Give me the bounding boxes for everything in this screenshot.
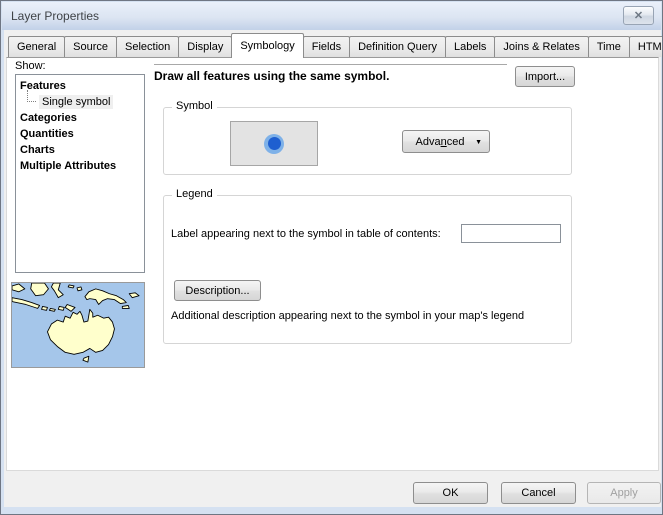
tab-general[interactable]: General	[8, 36, 65, 57]
legend-groupbox: Legend Label appearing next to the symbo…	[163, 195, 572, 344]
layer-properties-dialog: Layer Properties ✕ General Source Select…	[0, 0, 663, 515]
tree-item-single-symbol[interactable]: Single symbol	[16, 94, 144, 110]
oceania-map	[12, 283, 144, 367]
point-symbol-icon	[264, 134, 284, 154]
symbol-groupbox: Symbol Advanced ▼	[163, 107, 572, 175]
tree-item-label: Quantities	[20, 128, 74, 140]
tree-item-quantities[interactable]: Quantities	[16, 126, 144, 142]
tree-item-label: Categories	[20, 112, 77, 124]
show-tree: Features Single symbol Categories Quanti…	[15, 74, 145, 273]
titlebar: Layer Properties	[2, 2, 661, 30]
legend-group-caption: Legend	[172, 188, 217, 200]
symbol-preview-button[interactable]	[230, 121, 318, 166]
close-icon: ✕	[634, 9, 643, 22]
tab-definition-query[interactable]: Definition Query	[349, 36, 446, 57]
tree-item-label: Multiple Attributes	[20, 160, 116, 172]
tab-fields[interactable]: Fields	[303, 36, 350, 57]
legend-additional-text: Additional description appearing next to…	[171, 310, 524, 322]
page-heading: Draw all features using the same symbol.	[154, 69, 389, 83]
tab-joins-relates[interactable]: Joins & Relates	[494, 36, 588, 57]
window-title: Layer Properties	[11, 9, 99, 23]
tree-item-label: Single symbol	[39, 95, 113, 109]
ok-button[interactable]: OK	[413, 482, 488, 504]
heading-divider	[154, 64, 507, 65]
tab-selection[interactable]: Selection	[116, 36, 179, 57]
tab-strip: General Source Selection Display Symbolo…	[8, 36, 663, 57]
tab-symbology[interactable]: Symbology	[231, 33, 303, 58]
description-button[interactable]: Description...	[174, 280, 261, 301]
legend-label-prompt: Label appearing next to the symbol in ta…	[171, 228, 441, 240]
apply-button: Apply	[587, 482, 661, 504]
show-label: Show:	[15, 60, 46, 72]
tab-source[interactable]: Source	[64, 36, 117, 57]
tab-display[interactable]: Display	[178, 36, 232, 57]
map-preview	[11, 282, 145, 368]
tree-item-categories[interactable]: Categories	[16, 110, 144, 126]
legend-label-input[interactable]	[461, 224, 561, 243]
tab-html-popup[interactable]: HTML Popup	[629, 36, 663, 57]
dropdown-arrow-icon: ▼	[475, 139, 482, 146]
close-button[interactable]: ✕	[623, 6, 654, 25]
tab-time[interactable]: Time	[588, 36, 630, 57]
advanced-dropdown-button[interactable]: Advanced ▼	[402, 130, 490, 153]
tree-item-charts[interactable]: Charts	[16, 142, 144, 158]
cancel-button[interactable]: Cancel	[501, 482, 576, 504]
tree-item-multiple-attributes[interactable]: Multiple Attributes	[16, 158, 144, 174]
advanced-label-pre: Adva	[416, 136, 441, 148]
tab-labels[interactable]: Labels	[445, 36, 495, 57]
tree-item-label: Charts	[20, 144, 55, 156]
import-button[interactable]: Import...	[515, 66, 575, 87]
tree-elbow-icon	[27, 90, 36, 102]
symbology-tab-page: Show: Features Single symbol Categories …	[6, 57, 659, 471]
symbol-group-caption: Symbol	[172, 100, 217, 112]
advanced-label-post: ced	[447, 136, 465, 148]
